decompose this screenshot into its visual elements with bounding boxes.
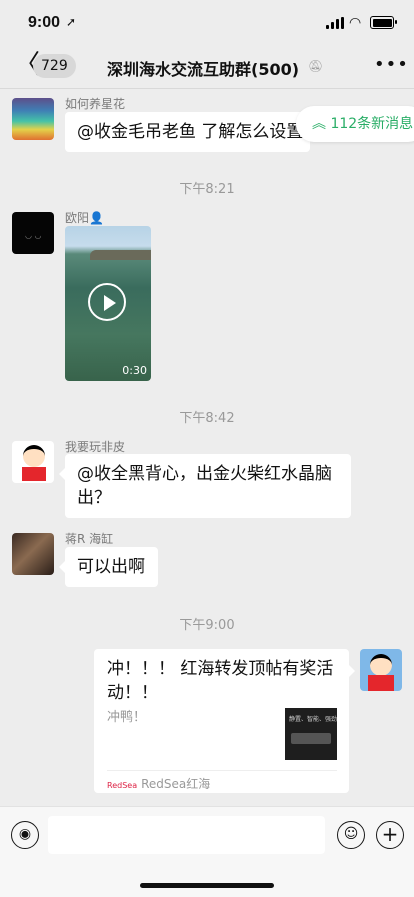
message-bubble[interactable]: @收金毛吊老鱼 了解怎么设置 [65,112,310,152]
sender-name: 我要玩非皮 [65,440,126,454]
avatar[interactable] [12,533,54,575]
thumbnail-device [291,733,331,744]
card-title: 冲！！！ 红海转发顶帖有奖活动！！ [107,659,334,703]
new-messages-button[interactable]: ︽ 112条新消息 [296,106,414,142]
double-chevron-up-icon: ︽ [312,116,331,132]
emoji-icon[interactable]: ☺ [337,821,365,849]
play-icon[interactable] [88,283,126,321]
video-rock [90,250,151,260]
signal-icon [326,17,344,29]
timestamp: 下午8:42 [179,411,235,426]
mute-bell-icon: 🔕︎ [308,59,324,73]
card-source-label: RedSea红海 [141,777,211,791]
card-source: RedSea RedSea红海 [107,775,210,792]
link-card-message[interactable]: 冲！！！ 红海转发顶帖有奖活动！！ 冲鸭！ 静置、智能、强劲 RedSea Red… [94,649,355,793]
timestamp: 下午9:00 [179,618,235,633]
avatar[interactable] [12,441,54,483]
battery-icon [370,16,394,29]
message-bubble[interactable]: 可以出啊 [59,547,158,587]
avatar-shirt [22,467,46,481]
card-description: 冲鸭！ [107,710,147,725]
chat-header: 〈 729 深圳海水交流互助群(500) 🔕︎ ••• [0,44,414,89]
battery-tip [395,20,397,24]
wifi-icon: ◠ [349,15,362,31]
location-icon: ➚ [66,15,77,29]
more-icon[interactable]: ••• [374,54,409,75]
divider [107,770,337,771]
avatar[interactable]: ◡ ◡ [12,212,54,254]
avatar-shirt [368,675,394,691]
avatar[interactable] [12,98,54,140]
plus-icon[interactable]: + [376,821,404,849]
message-bubble[interactable]: @收全黑背心，出金火柴红水晶脑出？ [59,454,351,518]
sender-name: 蒋R 海缸 [65,532,114,546]
home-indicator [140,883,274,888]
new-messages-label: 112条新消息 [330,116,414,132]
avatar[interactable] [360,649,402,691]
thumbnail-text: 静置、智能、强劲 [289,716,338,723]
unread-count-badge[interactable]: 729 [33,54,76,78]
avatar-face [370,654,392,676]
voice-icon[interactable]: ◉ [11,821,39,849]
status-bar: 9:00 ➚ ◠ [0,0,414,44]
video-duration: 0:30 [122,364,147,377]
avatar-face [23,445,45,467]
card-thumbnail: 静置、智能、强劲 [285,708,337,760]
message-input[interactable] [48,816,325,854]
timestamp: 下午8:21 [179,182,235,197]
redsea-logo-icon: RedSea [107,781,138,790]
status-time: 9:00 [28,14,61,31]
chat-title: 深圳海水交流互助群(500) [107,60,300,79]
input-bar: ◉ ☺ + [0,806,414,897]
sender-name: 如何养星花 [65,97,126,111]
avatar-face: ◡ ◡ [25,231,42,240]
video-message[interactable]: 0:30 [65,226,151,381]
sender-name: 欧阳👤 [65,211,104,225]
